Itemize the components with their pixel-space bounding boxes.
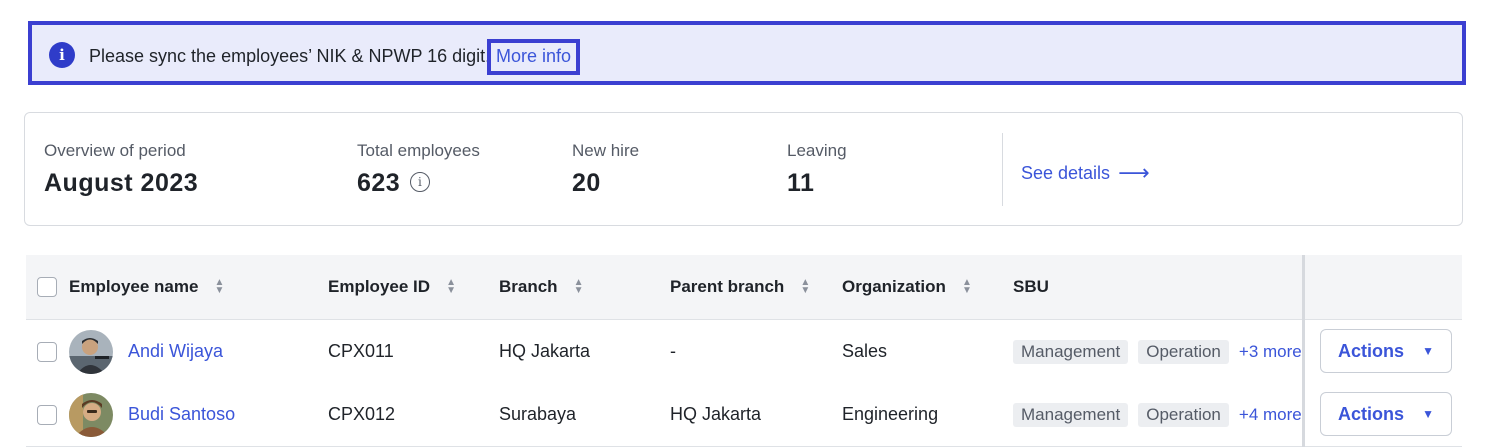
new-hire-label: New hire: [572, 141, 640, 160]
overview-divider: [1002, 133, 1003, 206]
overview-leaving: Leaving 11: [787, 141, 847, 198]
parent-branch: HQ Jakarta: [670, 404, 762, 424]
new-hire-value: 20: [572, 169, 601, 197]
sbu-tag: Operation: [1138, 339, 1229, 364]
sbu-more-link[interactable]: +3 more: [1239, 342, 1302, 362]
info-icon[interactable]: i: [410, 172, 431, 193]
avatar: [69, 329, 113, 374]
avatar: [69, 392, 113, 437]
header-label: Employee name: [69, 277, 199, 296]
header-parent-branch[interactable]: Parent branch ▲ ▼: [670, 255, 810, 319]
row-select-cell: [37, 383, 57, 446]
info-icon: i: [49, 42, 75, 68]
avatar-cell: [69, 383, 113, 446]
table-row: Andi Wijaya CPX011 HQ Jakarta - Sales Ma…: [26, 320, 1462, 384]
select-all-checkbox[interactable]: [37, 277, 57, 297]
sort-icon[interactable]: ▲ ▼: [574, 278, 584, 296]
overview-total-employees: Total employees 623 i: [357, 141, 480, 198]
sync-info-banner: i Please sync the employees’ NIK & NPWP …: [28, 21, 1466, 85]
period-label: Overview of period: [44, 141, 186, 160]
header-organization[interactable]: Organization ▲ ▼: [842, 255, 972, 319]
leaving-label: Leaving: [787, 141, 847, 160]
sort-icon[interactable]: ▲ ▼: [800, 278, 810, 296]
total-employees-row: 623 i: [357, 169, 480, 198]
sort-icon[interactable]: ▲ ▼: [962, 278, 972, 296]
see-details-label: See details: [1021, 163, 1111, 183]
sort-icon[interactable]: ▲ ▼: [214, 278, 225, 296]
sort-icon[interactable]: ▲ ▼: [446, 278, 456, 296]
sbu-more-link[interactable]: +4 more: [1239, 405, 1302, 425]
table-row: Budi Santoso CPX012 Surabaya HQ Jakarta …: [26, 383, 1462, 447]
actions-button[interactable]: Actions ▼: [1320, 392, 1452, 436]
header-employee-id[interactable]: Employee ID ▲ ▼: [328, 255, 456, 319]
avatar-cell: [69, 320, 113, 383]
arrow-right-icon: ⟶: [1118, 160, 1150, 185]
actions-label: Actions: [1338, 403, 1405, 424]
header-label: Branch: [499, 277, 558, 296]
caret-down-icon: ▼: [1422, 407, 1434, 421]
total-employees-value: 623: [357, 169, 401, 197]
employee-id: CPX011: [328, 341, 394, 361]
branch: Surabaya: [499, 404, 577, 424]
sbu-cell: Management Operation +4 more: [1013, 383, 1303, 446]
organization: Engineering: [842, 404, 939, 424]
employee-name-link[interactable]: Andi Wijaya: [128, 320, 223, 383]
actions-label: Actions: [1338, 340, 1405, 361]
leaving-value: 11: [787, 169, 815, 197]
header-sbu: SBU: [1013, 255, 1049, 319]
header-employee-name[interactable]: Employee name ▲ ▼: [69, 255, 224, 319]
see-details-link[interactable]: See details ⟶: [1021, 159, 1150, 185]
table-header: Employee name ▲ ▼ Employee ID ▲ ▼ Branch ▲…: [26, 255, 1462, 320]
header-branch[interactable]: Branch ▲ ▼: [499, 255, 584, 319]
period-overview-card: Overview of period August 2023 Total emp…: [24, 112, 1463, 226]
overview-period: Overview of period August 2023: [44, 141, 198, 198]
row-checkbox[interactable]: [37, 341, 57, 362]
actions-button[interactable]: Actions ▼: [1320, 329, 1452, 373]
total-employees-label: Total employees: [357, 141, 480, 160]
parent-branch: -: [670, 341, 676, 361]
header-label: Parent branch: [670, 277, 785, 296]
sbu-tag: Management: [1013, 402, 1129, 427]
header-label: SBU: [1013, 277, 1049, 296]
sbu-cell: Management Operation +3 more: [1013, 320, 1303, 383]
header-label: Employee ID: [328, 277, 431, 296]
row-checkbox[interactable]: [37, 404, 57, 425]
sticky-column-divider: [1302, 255, 1305, 447]
sbu-tag: Operation: [1138, 402, 1229, 427]
employee-name-link[interactable]: Budi Santoso: [128, 383, 235, 446]
branch: HQ Jakarta: [499, 341, 591, 361]
overview-new-hire: New hire 20: [572, 141, 639, 198]
employee-id: CPX012: [328, 404, 396, 424]
organization: Sales: [842, 341, 888, 361]
more-info-link[interactable]: More info: [487, 39, 581, 75]
banner-message: Please sync the employees’ NIK & NPWP 16…: [89, 46, 491, 66]
row-select-cell: [37, 320, 57, 383]
header-label: Organization: [842, 277, 946, 296]
caret-down-icon: ▼: [1422, 344, 1434, 358]
period-value: August 2023: [44, 169, 199, 197]
sbu-tag: Management: [1013, 339, 1129, 364]
select-all-cell: [37, 255, 57, 319]
